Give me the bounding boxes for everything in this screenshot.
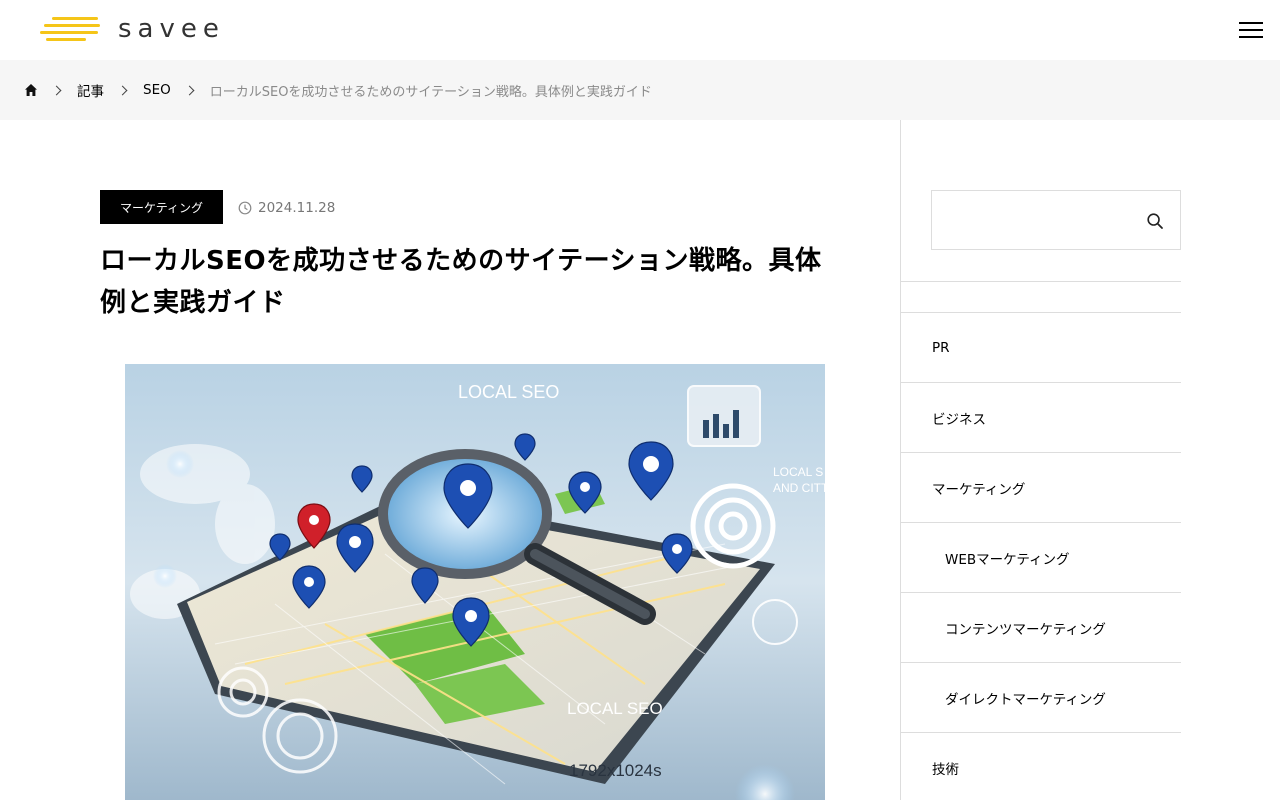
search-box <box>931 190 1181 250</box>
sidebar-item-pr[interactable]: PR <box>901 313 1181 383</box>
breadcrumb: 記事 SEO ローカルSEOを成功させるためのサイテーション戦略。具体例と実践ガ… <box>0 60 1280 120</box>
breadcrumb-current: ローカルSEOを成功させるためのサイテーション戦略。具体例と実践ガイド <box>209 84 652 100</box>
sidebar: PR ビジネス マーケティング WEBマーケティング コンテンツマーケティング … <box>900 120 1280 800</box>
hero-image: LOCAL SEO LOCAL S AND CITT LOCAL SEO 179… <box>125 364 825 800</box>
category-list-divider <box>901 282 1181 313</box>
hero-text-local-seo-top: LOCAL SEO <box>458 382 559 402</box>
date-text: 2024.11.28 <box>258 200 336 216</box>
logo-text: savee <box>118 14 225 44</box>
chevron-right-icon <box>51 85 62 95</box>
hero-text-side-1: LOCAL S <box>773 465 823 479</box>
post-date: 2024.11.28 <box>238 200 335 216</box>
article-title: ローカルSEOを成功させるためのサイテーション戦略。具体例と実践ガイド <box>100 246 822 318</box>
sidebar-item-business[interactable]: ビジネス <box>901 383 1181 453</box>
breadcrumb-seo[interactable]: SEO <box>143 82 171 98</box>
search-input[interactable] <box>932 191 1132 249</box>
category-list: PR ビジネス マーケティング WEBマーケティング コンテンツマーケティング … <box>901 281 1181 800</box>
chevron-right-icon <box>184 85 195 95</box>
sidebar-item-content-marketing[interactable]: コンテンツマーケティング <box>901 593 1181 663</box>
sidebar-item-technology[interactable]: 技術 <box>901 733 1181 800</box>
hero-text-size: 1792x1024s <box>569 761 662 780</box>
hero-text-side-2: AND CITT <box>773 481 825 495</box>
category-tag[interactable]: マーケティング <box>100 190 224 224</box>
site-header: savee <box>0 0 1280 60</box>
sidebar-item-direct-marketing[interactable]: ダイレクトマーケティング <box>901 663 1181 733</box>
chevron-right-icon <box>117 85 128 95</box>
article-main: マーケティング 2024.11.28 ローカルSEOを成功させるためのサイテーシ… <box>0 120 900 800</box>
clock-icon <box>238 201 252 215</box>
logo-stripes-icon <box>40 14 104 46</box>
sidebar-item-web-marketing[interactable]: WEBマーケティング <box>901 523 1181 593</box>
hero-text-local-seo-bottom: LOCAL SEO <box>567 699 663 718</box>
breadcrumb-articles[interactable]: 記事 <box>77 80 104 100</box>
site-logo[interactable]: savee <box>40 14 225 46</box>
home-icon[interactable] <box>24 83 38 97</box>
search-icon[interactable] <box>1146 212 1164 230</box>
hamburger-menu-icon[interactable] <box>1239 22 1263 40</box>
sidebar-item-marketing[interactable]: マーケティング <box>901 453 1181 523</box>
